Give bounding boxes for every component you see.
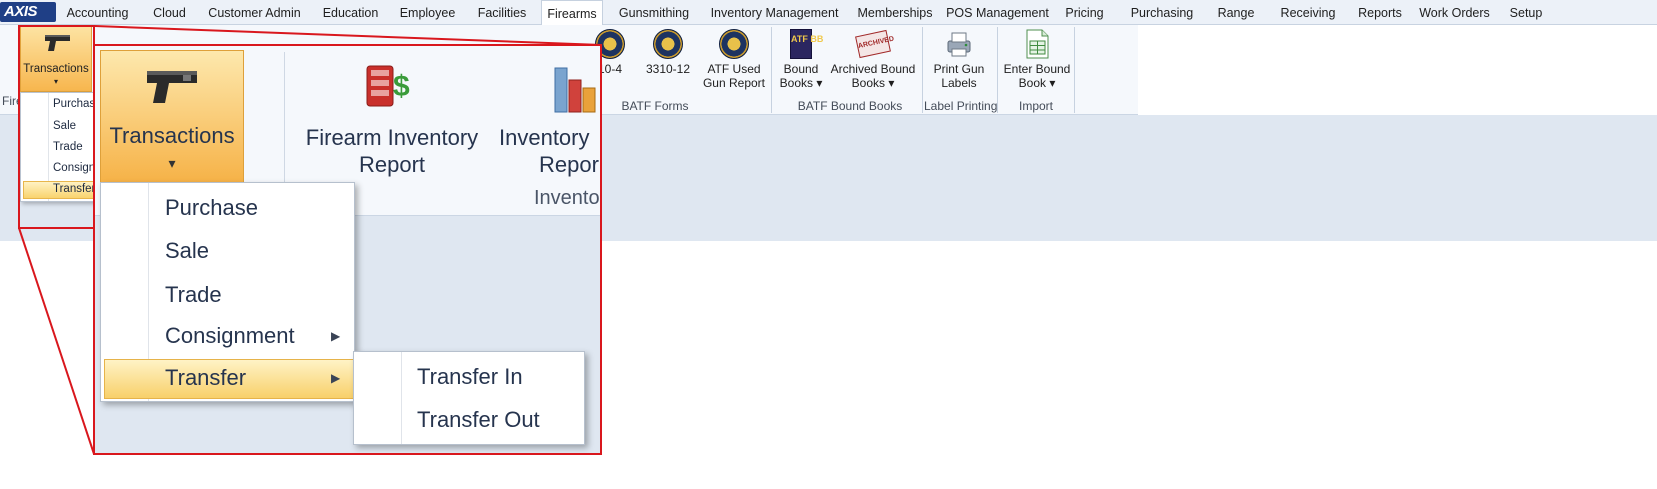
menu-gutter [354, 352, 402, 444]
printer-icon [947, 32, 971, 57]
chevron-down-icon: ▾ [168, 155, 176, 171]
chevron-down-icon: ▾ [813, 76, 823, 90]
tab-receiving[interactable]: Receiving [1270, 0, 1346, 25]
enter-bound-book-button[interactable]: Enter Bound Book ▾ [1002, 29, 1072, 90]
atf-seal-icon [653, 29, 683, 59]
pistol-icon [147, 71, 197, 103]
print-labels-label-1: Print Gun [933, 62, 985, 76]
tab-pos-management[interactable]: POS Management [945, 0, 1050, 25]
tab-range[interactable]: Range [1210, 0, 1262, 25]
submenu-item-transfer-out[interactable]: Transfer Out [417, 407, 540, 433]
chevron-down-icon: ▾ [885, 76, 895, 90]
zoom-group-inventory: Invento [534, 187, 600, 209]
atf-used-label-1: ATF Used [707, 62, 761, 76]
zoom-transactions-button[interactable]: Transactions ▾ [100, 50, 244, 184]
zoom-transactions-label: Transactions [109, 123, 235, 148]
archived-bound-books-button[interactable]: ARCHIVED Archived Bound Books ▾ [830, 29, 916, 90]
tab-reports[interactable]: Reports [1352, 0, 1408, 25]
transfer-submenu: Transfer In Transfer Out [353, 351, 585, 445]
tab-work-orders[interactable]: Work Orders [1414, 0, 1495, 25]
spreadsheet-icon [1026, 29, 1049, 59]
inventory-report-button[interactable]: Inventory Repor [499, 124, 600, 178]
svg-text:$: $ [393, 70, 410, 103]
atf-used-gun-report-button[interactable]: ATF Used Gun Report [702, 29, 766, 90]
zoom-menu-item-consignment[interactable]: Consignment [165, 323, 295, 349]
form-3310-12-button[interactable]: 3310-12 [644, 29, 692, 76]
firearm-inventory-label-1: Firearm Inventory [305, 125, 479, 150]
submenu-arrow-icon: ▶ [331, 371, 341, 385]
submenu-arrow-icon: ▶ [331, 329, 341, 343]
zoom-menu-item-transfer[interactable]: Transfer [165, 365, 246, 391]
group-separator [771, 27, 772, 113]
inventory-report-icon: $ [366, 65, 410, 107]
archived-stamp-icon: ARCHIVED [855, 29, 895, 59]
bar-chart-icon [554, 67, 596, 113]
group-import: Import [1018, 99, 1053, 113]
group-separator [997, 27, 998, 113]
bound-books-label-1: Bound [783, 62, 819, 76]
chevron-down-icon: ▾ [1046, 76, 1056, 90]
atf-bound-book-icon: ATF BB [790, 29, 823, 59]
tab-inventory-management[interactable]: Inventory Management [703, 0, 846, 25]
print-labels-label-2: Labels [941, 76, 977, 90]
bound-books-label-2: Books [779, 76, 813, 90]
group-label-printing: Label Printing [924, 99, 998, 113]
zoom-menu-item-trade[interactable]: Trade [165, 282, 222, 308]
group-batf-forms: BATF Forms [621, 99, 689, 113]
zoom-source-outline [18, 25, 95, 229]
firearm-inventory-label-2: Report [358, 152, 426, 177]
archived-label-1: Archived Bound [830, 62, 916, 76]
atf-seal-icon [719, 29, 749, 59]
group-separator [1074, 27, 1075, 113]
zoom-menu-item-sale[interactable]: Sale [165, 238, 209, 264]
firearm-inventory-report-button[interactable]: Firearm Inventory Report [300, 124, 484, 178]
tab-gunsmithing[interactable]: Gunsmithing [610, 0, 698, 25]
zoom-menu-item-purchase[interactable]: Purchase [165, 195, 258, 221]
enter-bound-label-1: Enter Bound [1003, 62, 1071, 76]
group-separator [922, 27, 923, 113]
print-gun-labels-button[interactable]: Print Gun Labels [928, 29, 990, 90]
archived-label-2: Books [851, 76, 885, 90]
zoom-transactions-dropdown: Purchase Sale Trade Consignment ▶ Transf… [100, 182, 355, 402]
inventory-label-1: Inventory [499, 125, 590, 150]
submenu-item-transfer-in[interactable]: Transfer In [417, 364, 523, 390]
bound-books-button[interactable]: ATF BB Bound Books ▾ [778, 29, 824, 90]
form-3310-12-label: 3310-12 [645, 62, 691, 76]
zoom-panel: Transactions ▾ $ Firearm Inventory Repor… [93, 44, 602, 455]
inventory-label-2: Repor [539, 152, 599, 177]
tab-memberships[interactable]: Memberships [851, 0, 939, 25]
tab-setup[interactable]: Setup [1503, 0, 1549, 25]
tab-pricing[interactable]: Pricing [1057, 0, 1112, 25]
atf-used-label-2: Gun Report [702, 76, 766, 90]
enter-bound-label-2: Book [1018, 76, 1046, 90]
group-batf-bound-books: BATF Bound Books [797, 99, 903, 113]
tab-purchasing[interactable]: Purchasing [1120, 0, 1204, 25]
